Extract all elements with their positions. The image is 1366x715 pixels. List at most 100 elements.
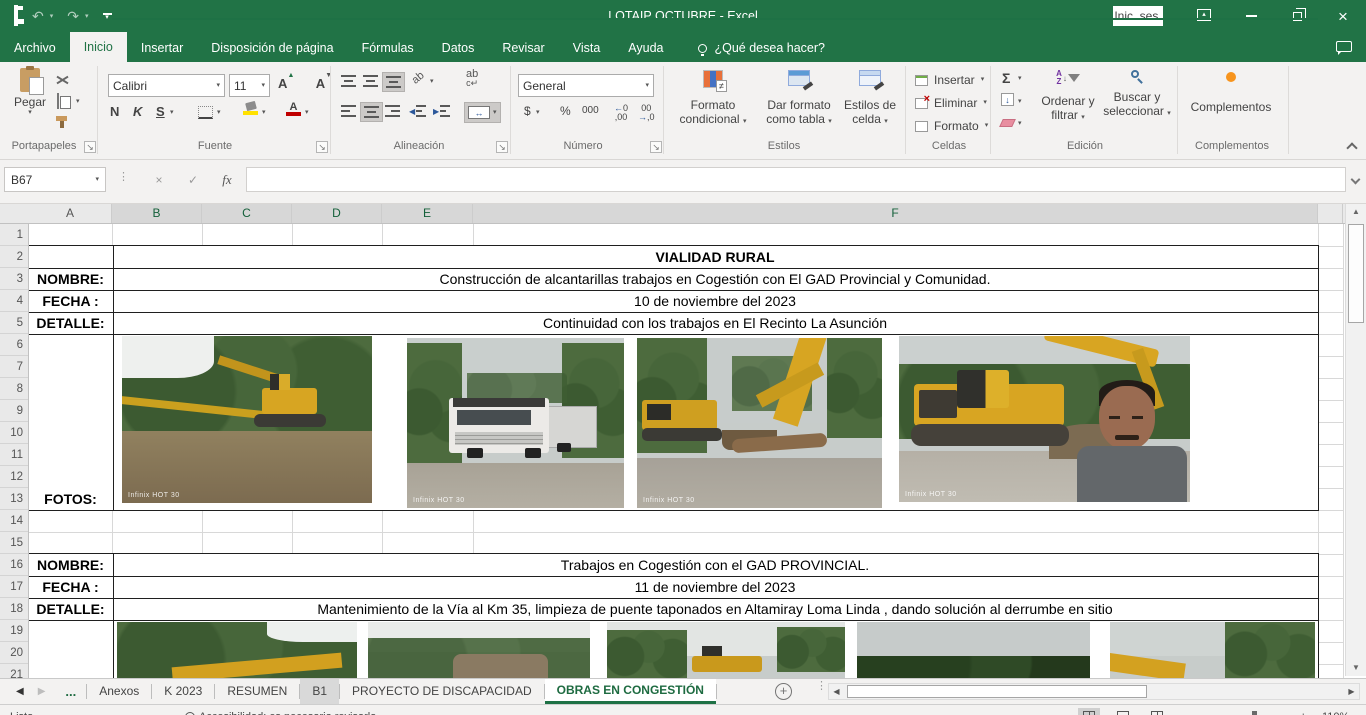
format-cells-button[interactable]: Formato▾ (912, 116, 991, 136)
percent-button[interactable]: % (560, 104, 571, 118)
tab-revisar[interactable]: Revisar (488, 34, 558, 62)
row-header-17[interactable]: 17 (0, 576, 28, 598)
copy-dropdown-icon[interactable]: ▾ (76, 98, 80, 106)
tab-splitter-icon[interactable]: ⋮ (816, 683, 822, 689)
font-family-combo[interactable]: Calibri▾ (108, 74, 225, 97)
insert-cells-button[interactable]: Insertar▾ (912, 70, 987, 90)
sheet-tab-b1[interactable]: B1 (300, 679, 339, 704)
column-header-D[interactable]: D (292, 204, 382, 223)
column-header-A[interactable]: A (29, 204, 112, 223)
tab-disposicion[interactable]: Disposición de página (197, 34, 347, 62)
sign-in-button[interactable]: Inic. ses. (1113, 6, 1163, 26)
row-header-18[interactable]: 18 (0, 598, 28, 620)
tell-me-search[interactable]: ¿Qué desea hacer? (698, 34, 826, 62)
view-normal-icon[interactable] (1078, 708, 1100, 715)
zoom-slider-thumb[interactable] (1252, 711, 1257, 715)
tab-inicio[interactable]: Inicio (70, 32, 127, 62)
comments-icon[interactable] (1336, 41, 1352, 52)
decrease-font-icon[interactable]: A▼ (316, 76, 325, 91)
borders-icon[interactable] (198, 106, 213, 119)
restore-button[interactable] (1274, 0, 1320, 32)
align-left-button[interactable] (338, 102, 359, 120)
view-page-break-icon[interactable] (1146, 708, 1168, 715)
delete-cells-button[interactable]: Eliminar▾ (912, 93, 990, 113)
row-header-12[interactable]: 12 (0, 466, 28, 488)
cell-label-fotos[interactable]: FOTOS: (29, 488, 112, 510)
enter-icon[interactable]: ✓ (180, 167, 206, 192)
photo-excavator-operator-selfie[interactable]: Infinix HOT 30 (899, 336, 1190, 502)
column-header-E[interactable]: E (382, 204, 473, 223)
cell-label-detalle-2[interactable]: DETALLE: (29, 598, 112, 620)
cell-value-fecha-2[interactable]: 11 de noviembre del 2023 (112, 576, 1318, 598)
cell-label-nombre-1[interactable]: NOMBRE: (29, 268, 112, 290)
sort-filter-button[interactable]: AZ↓ Ordenar yfiltrar ▾ (1036, 70, 1100, 122)
align-right-button[interactable] (382, 102, 403, 120)
save-icon[interactable] (14, 7, 18, 25)
cell-label-detalle-1[interactable]: DETALLE: (29, 312, 112, 334)
scroll-down-icon[interactable]: ▼ (1346, 660, 1366, 676)
align-middle-button[interactable] (360, 72, 381, 90)
find-select-button[interactable]: Buscar yseleccionar ▾ (1102, 70, 1172, 118)
underline-dropdown-icon[interactable]: ▾ (170, 109, 174, 117)
photo-excavator-clearing[interactable]: Infinix HOT 30 (122, 336, 372, 503)
sheet-tab-obras-en-congesti-n[interactable]: OBRAS EN CONGESTIÓN (545, 679, 716, 704)
align-center-button[interactable] (360, 102, 383, 122)
copy-button[interactable] (57, 94, 59, 108)
orientation-icon[interactable]: ab (410, 69, 427, 86)
clipboard-dialog-launcher-icon[interactable]: ↘ (84, 141, 96, 153)
bold-button[interactable]: N (110, 104, 119, 119)
increase-font-icon[interactable]: A▲ (278, 76, 287, 91)
cell-value-detalle-1[interactable]: Continuidad con los trabajos en El Recin… (112, 312, 1318, 334)
zoom-out-icon[interactable]: − (1196, 708, 1202, 715)
italic-button[interactable]: K (133, 104, 142, 119)
status-accessibility[interactable]: Accesibilidad: es necesario revisarla (185, 708, 376, 715)
font-color-dropdown-icon[interactable]: ▾ (305, 109, 309, 117)
redo-icon[interactable]: ↷ (67, 8, 79, 25)
font-dialog-launcher-icon[interactable]: ↘ (316, 141, 328, 153)
number-format-combo[interactable]: General▾ (518, 74, 654, 97)
format-as-table-button[interactable]: Dar formatocomo tabla ▾ (756, 70, 842, 126)
row-header-4[interactable]: 4 (0, 290, 28, 312)
row-header-3[interactable]: 3 (0, 268, 28, 290)
column-header-partial[interactable] (1318, 204, 1343, 223)
wrap-text-button[interactable]: abc↵ (466, 70, 478, 88)
undo-icon[interactable]: ↶ (32, 8, 44, 25)
row-header-2[interactable]: 2 (0, 246, 28, 268)
row-header-9[interactable]: 9 (0, 400, 28, 422)
column-header-C[interactable]: C (202, 204, 292, 223)
sheet-tab-proyecto-de-discapacidad[interactable]: PROYECTO DE DISCAPACIDAD (340, 679, 544, 704)
more-sheets-ellipsis[interactable]: ... (55, 679, 86, 704)
fill-icon[interactable]: ↓ (1001, 93, 1014, 106)
photo-foggy-trees[interactable] (857, 622, 1090, 678)
row-header-6[interactable]: 6 (0, 334, 28, 356)
addins-button[interactable]: Complementos (1186, 72, 1276, 114)
row-header-5[interactable]: 5 (0, 312, 28, 334)
clear-icon[interactable] (999, 119, 1016, 127)
column-header-F[interactable]: F (473, 204, 1318, 223)
format-painter-button[interactable] (56, 116, 67, 128)
cell-label-nombre-2[interactable]: NOMBRE: (29, 554, 112, 576)
tab-ayuda[interactable]: Ayuda (614, 34, 677, 62)
prev-sheet-icon[interactable]: ◀ (16, 686, 24, 697)
vertical-scrollbar[interactable]: ▲ ▼ (1345, 204, 1366, 676)
row-header-15[interactable]: 15 (0, 532, 28, 554)
sheet-tab-k-2023[interactable]: K 2023 (152, 679, 214, 704)
customize-qat-icon[interactable]: ▾ (103, 13, 112, 20)
paste-button[interactable]: Pegar ▾ (8, 68, 52, 117)
vertical-scroll-thumb[interactable] (1348, 224, 1364, 323)
expand-formula-bar-icon[interactable] (1351, 175, 1361, 185)
collapse-ribbon-icon[interactable] (1346, 142, 1357, 153)
zoom-level[interactable]: 110% (1322, 708, 1349, 715)
insert-function-icon[interactable]: fx (214, 167, 240, 192)
conditional-formatting-button[interactable]: ≠ Formatocondicional ▾ (672, 70, 754, 126)
undo-dropdown-icon[interactable]: ▾ (50, 12, 54, 20)
photo-dump-truck[interactable]: Infinix HOT 30 (407, 338, 624, 508)
cancel-icon[interactable]: × (146, 167, 172, 192)
fill-dropdown-icon[interactable]: ▾ (1018, 98, 1022, 106)
currency-dropdown-icon[interactable]: ▾ (536, 109, 540, 117)
row-header-1[interactable]: 1 (0, 224, 28, 246)
formula-input[interactable] (246, 167, 1346, 192)
sheet-tab-resumen[interactable]: RESUMEN (215, 679, 299, 704)
row-header-16[interactable]: 16 (0, 554, 28, 576)
font-size-combo[interactable]: 11▾ (229, 74, 270, 97)
